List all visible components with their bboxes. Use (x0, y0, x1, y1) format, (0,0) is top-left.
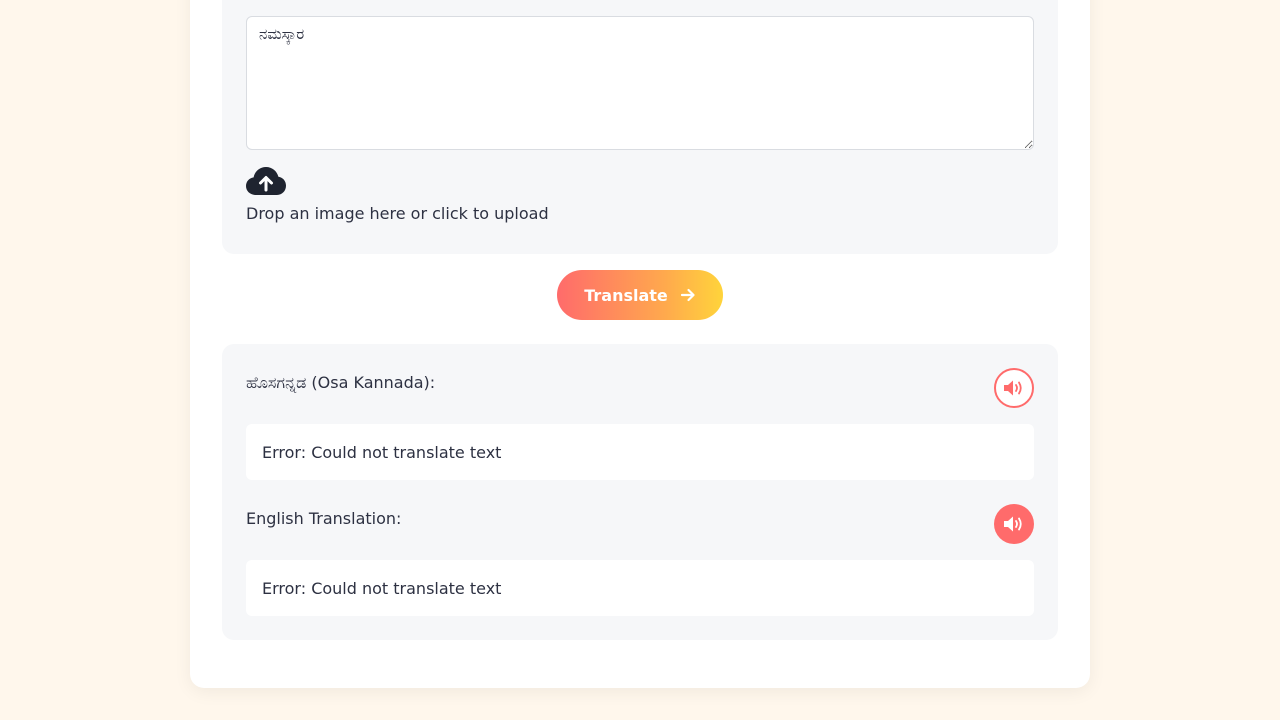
kannada-output-label: ಹೊಸಗನ್ನಡ (Osa Kannada): (246, 373, 436, 392)
kannada-result-text: Error: Could not translate text (262, 442, 502, 462)
translate-button[interactable]: Translate (557, 270, 723, 320)
upload-dropzone-label[interactable]: Drop an image here or click to upload (246, 204, 549, 223)
english-speak-button[interactable] (994, 504, 1034, 544)
english-output-label: English Translation: (246, 509, 402, 528)
speaker-icon (1003, 379, 1025, 397)
arrow-right-icon (680, 287, 696, 303)
kannada-speak-button[interactable] (994, 368, 1034, 408)
english-result-box: Error: Could not translate text (246, 560, 1034, 616)
translate-button-label: Translate (584, 285, 668, 305)
cloud-upload-icon[interactable] (246, 166, 286, 196)
source-text-input[interactable]: ನಮಸ್ಕಾರ (246, 16, 1034, 150)
speaker-icon (1003, 515, 1025, 533)
english-result-text: Error: Could not translate text (262, 578, 502, 598)
kannada-result-box: Error: Could not translate text (246, 424, 1034, 480)
